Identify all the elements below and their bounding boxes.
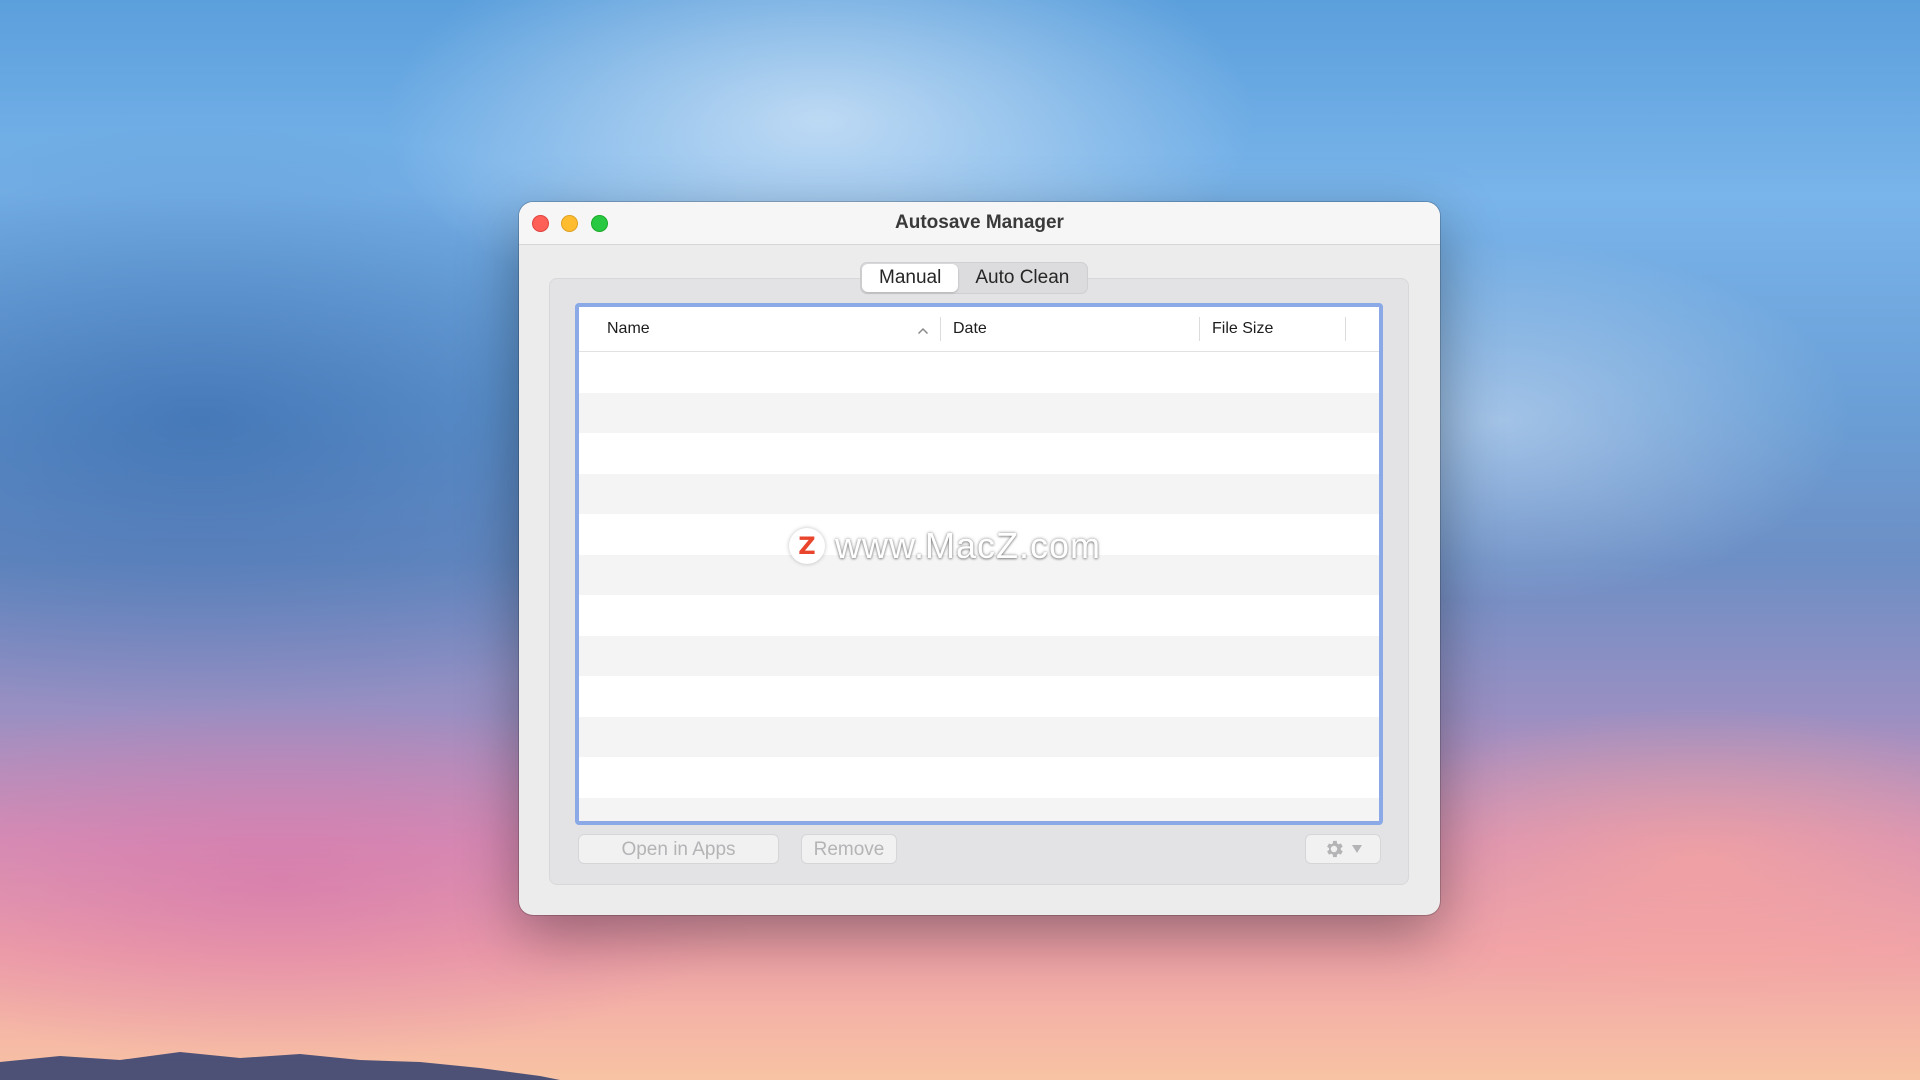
window-title: Autosave Manager: [895, 212, 1064, 233]
gear-icon: [1323, 838, 1345, 860]
column-header-date[interactable]: Date: [953, 307, 987, 351]
table-row: [579, 433, 1379, 474]
sort-ascending-icon: [917, 323, 929, 335]
column-divider[interactable]: [940, 317, 941, 341]
column-divider[interactable]: [1345, 317, 1346, 341]
table-row: [579, 676, 1379, 717]
tab-auto-clean[interactable]: Auto Clean: [958, 264, 1086, 292]
chevron-down-icon: [1351, 843, 1363, 855]
actions-menu-button[interactable]: [1305, 834, 1381, 864]
table-row: [579, 595, 1379, 636]
table-rows: [579, 352, 1379, 821]
table-header: Name Date File Size: [579, 307, 1379, 352]
tab-switcher: Manual Auto Clean: [860, 262, 1089, 294]
table-row: [579, 514, 1379, 555]
table-row: [579, 635, 1379, 676]
table-row: [579, 352, 1379, 393]
autosave-file-table[interactable]: Name Date File Size Z www.MacZ.com: [575, 303, 1383, 825]
table-row: [579, 473, 1379, 514]
desktop-background: Autosave Manager Manual Auto Clean Name …: [0, 0, 1920, 1080]
table-row: [579, 392, 1379, 433]
title-bar[interactable]: Autosave Manager: [519, 202, 1440, 245]
table-row: [579, 797, 1379, 821]
mountain-silhouette: [0, 1052, 560, 1080]
column-header-name[interactable]: Name: [607, 307, 650, 351]
table-row: [579, 757, 1379, 798]
column-divider[interactable]: [1199, 317, 1200, 341]
remove-button[interactable]: Remove: [801, 834, 897, 864]
table-row: [579, 554, 1379, 595]
open-in-apps-button[interactable]: Open in Apps: [578, 834, 779, 864]
column-header-file-size[interactable]: File Size: [1212, 307, 1273, 351]
table-row: [579, 716, 1379, 757]
tab-manual[interactable]: Manual: [862, 264, 959, 292]
autosave-manager-window: Autosave Manager Manual Auto Clean Name …: [519, 202, 1440, 915]
